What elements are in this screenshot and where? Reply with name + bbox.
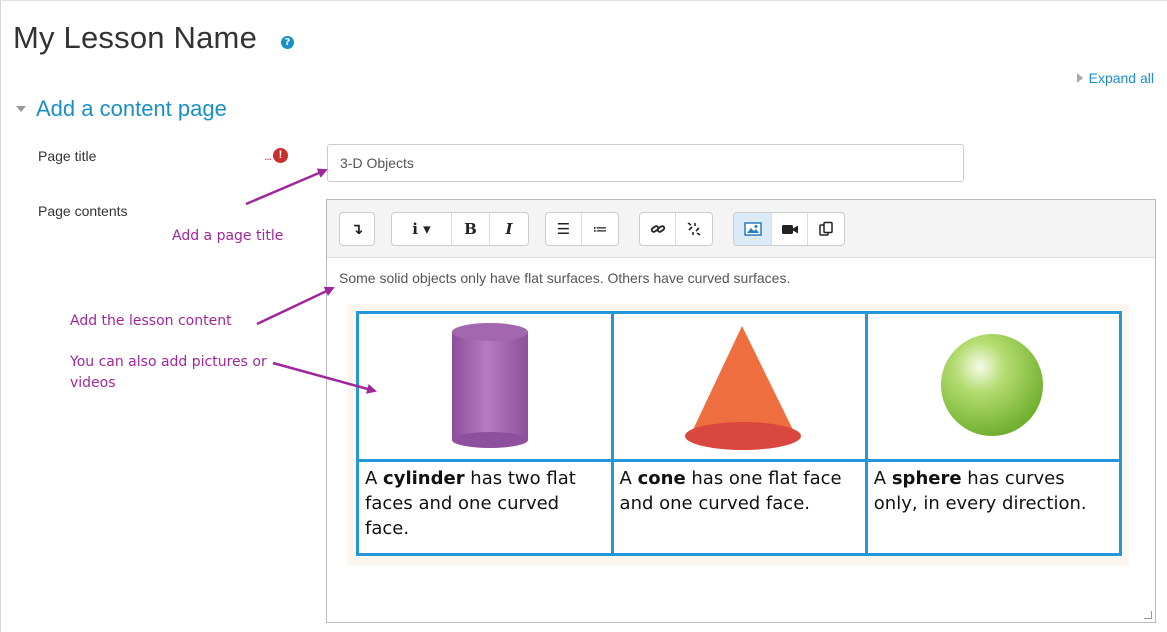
annotation-pictures: You can also add pictures or videos (70, 354, 267, 391)
caption-keyword: cylinder (383, 468, 465, 489)
section-header[interactable]: Add a content page (16, 96, 227, 122)
required-icon: ! (273, 148, 289, 163)
toolbar-group-style: i ▾ B I (391, 212, 529, 246)
annotation-page-title: Add a page title (172, 228, 284, 244)
required-dots: ... (264, 148, 272, 163)
cylinder-caption: A cylinder has two flat faces and one cu… (356, 459, 614, 556)
cone-icon (685, 326, 802, 450)
caption-text: A (365, 468, 384, 489)
resize-handle-icon[interactable] (1144, 611, 1152, 619)
toolbar-group-lists: ☰ ≔ (545, 212, 619, 246)
expand-all-link[interactable]: Expand all (1076, 70, 1154, 86)
unordered-list-button[interactable]: ☰ (546, 213, 582, 245)
help-icon[interactable]: ? (281, 36, 294, 49)
toolbar-group-links (639, 212, 713, 246)
editor-intro-text: Some solid objects only have flat surfac… (339, 270, 791, 286)
shapes-picture-row (356, 311, 1123, 462)
caption-text: A (619, 468, 638, 489)
manage-files-button[interactable] (808, 213, 844, 245)
collapse-triangle-icon (16, 106, 26, 112)
expand-all-label: Expand all (1088, 70, 1154, 86)
paragraph-styles-button[interactable]: i ▾ (392, 213, 452, 245)
toolbar-group-media (733, 212, 845, 246)
cone-caption: A cone has one flat face and one curved … (610, 459, 868, 556)
page-title-label: Page title (38, 148, 97, 164)
content-editor[interactable]: ↴ i ▾ B I ☰ ≔ Some solid objects only ha… (326, 199, 1156, 623)
insert-media-button[interactable] (772, 213, 808, 245)
cylinder-icon (451, 323, 528, 448)
image-icon (743, 222, 762, 236)
page-contents-label: Page contents (38, 203, 128, 219)
sphere-caption: A sphere has curves only, in every direc… (864, 459, 1123, 556)
shapes-caption-row: A cylinder has two flat faces and one cu… (356, 459, 1123, 556)
editor-toolbar: ↴ i ▾ B I ☰ ≔ (327, 200, 1155, 258)
italic-button[interactable]: I (490, 213, 528, 245)
ordered-list-button[interactable]: ≔ (582, 213, 618, 245)
page-title: My Lesson Name (13, 20, 258, 55)
link-button[interactable] (640, 213, 676, 245)
sphere-cell (864, 311, 1123, 462)
page-title-input[interactable] (327, 144, 964, 182)
caption-keyword: sphere (891, 468, 962, 489)
link-icon (650, 225, 665, 233)
required-indicator: ... ! (264, 148, 289, 163)
shapes-image[interactable]: A cylinder has two flat faces and one cu… (347, 304, 1129, 566)
unlink-button[interactable] (676, 213, 712, 245)
editor-body[interactable]: Some solid objects only have flat surfac… (327, 258, 1155, 566)
caption-text: A (873, 468, 892, 489)
section-title: Add a content page (36, 96, 227, 121)
sphere-icon (941, 334, 1044, 436)
bold-button[interactable]: B (452, 213, 490, 245)
files-icon (819, 221, 833, 236)
annotation-lesson-content: Add the lesson content (70, 313, 232, 329)
caption-keyword: cone (637, 468, 686, 489)
unlink-icon (687, 222, 701, 236)
video-camera-icon (781, 225, 798, 234)
insert-image-button[interactable] (734, 213, 772, 245)
cylinder-cell (356, 311, 614, 462)
expand-triangle-icon (1076, 73, 1083, 83)
cone-cell (610, 311, 868, 462)
toolbar-group-collapse: ↴ (339, 212, 375, 246)
shapes-table: A cylinder has two flat faces and one cu… (356, 311, 1123, 556)
collapse-toolbar-button[interactable]: ↴ (340, 213, 374, 245)
